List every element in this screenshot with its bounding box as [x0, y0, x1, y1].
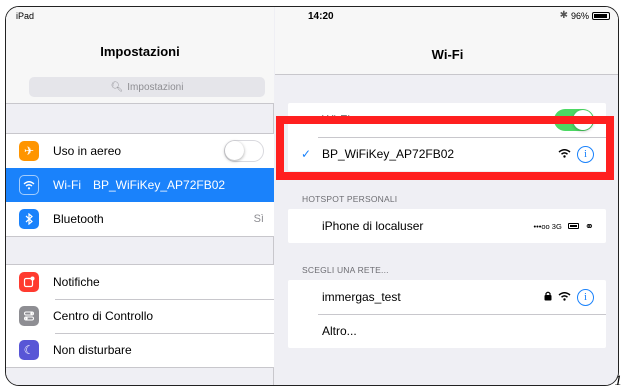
connected-network-name: BP_WiFiKey_AP72FB02: [322, 147, 455, 161]
settings-item-label: Wi-Fi: [53, 178, 81, 192]
settings-pane: iPad Impostazioni 🔍︎ Impostazioni ✈︎ Uso…: [6, 7, 274, 385]
battery-icon: [592, 11, 610, 20]
wifi-signal-icon: [558, 291, 571, 304]
settings-group-connectivity: ✈︎ Uso in aereo Wi-Fi BP_WiFiKey_AP72FB0…: [6, 133, 274, 237]
control-center-icon: [19, 306, 39, 326]
wifi-toggle-label: Wi-Fi: [322, 113, 350, 127]
wifi-toggle-row: Wi-Fi: [288, 103, 606, 137]
page-number: 1: [614, 373, 623, 389]
wifi-main-group: Wi-Fi ✓ BP_WiFiKey_AP72FB02 i: [288, 103, 606, 171]
hotspot-group: iPhone di localuser •••oo 3G ⚭: [288, 209, 606, 243]
network-row[interactable]: immergas_test i: [288, 280, 606, 314]
status-time: 14:20: [308, 11, 334, 22]
bluetooth-status-icon: ✱: [559, 10, 568, 21]
settings-item-notifications[interactable]: Notifiche: [6, 265, 274, 299]
checkmark-icon: ✓: [301, 147, 312, 161]
moon-icon: ☾: [19, 340, 39, 360]
wifi-icon: [19, 175, 39, 195]
settings-item-label: Bluetooth: [53, 212, 104, 226]
settings-item-label: Centro di Controllo: [53, 309, 154, 323]
airplane-toggle[interactable]: [224, 140, 264, 162]
other-network-row[interactable]: Altro...: [288, 314, 606, 348]
ipad-screen: iPad Impostazioni 🔍︎ Impostazioni ✈︎ Uso…: [5, 6, 619, 386]
networks-group: immergas_test i Altro...: [288, 280, 606, 348]
settings-item-do-not-disturb[interactable]: ☾ Non disturbare: [6, 333, 274, 367]
search-input[interactable]: 🔍︎ Impostazioni: [29, 77, 265, 97]
search-icon: 🔍︎: [110, 81, 124, 93]
hotspot-row[interactable]: iPhone di localuser •••oo 3G ⚭: [288, 209, 606, 243]
hotspot-signal: •••oo 3G: [533, 221, 562, 231]
link-icon: ⚭: [584, 220, 594, 233]
wifi-toggle[interactable]: [554, 109, 594, 131]
wifi-network-value: BP_WiFiKey_AP72FB02: [92, 178, 226, 192]
settings-item-label: Non disturbare: [53, 343, 132, 357]
networks-section-label: SCEGLI UNA RETE...: [302, 265, 389, 275]
hotspot-section-label: HOTSPOT PERSONALI: [302, 194, 398, 204]
bluetooth-value: Sì: [253, 213, 264, 225]
network-name: immergas_test: [322, 290, 401, 304]
notifications-icon: [19, 272, 39, 292]
settings-item-label: Notifiche: [53, 275, 100, 289]
settings-item-wifi[interactable]: Wi-Fi BP_WiFiKey_AP72FB02: [6, 168, 274, 202]
status-right: ✱ 96%: [560, 10, 610, 21]
settings-title: Impostazioni: [100, 44, 180, 59]
lock-icon: [544, 291, 552, 304]
other-network-label: Altro...: [322, 324, 357, 338]
settings-item-airplane[interactable]: ✈︎ Uso in aereo: [6, 134, 274, 168]
settings-item-control-center[interactable]: Centro di Controllo: [6, 299, 274, 333]
search-placeholder: Impostazioni: [127, 81, 184, 93]
settings-group-system: Notifiche Centro di Controllo ☾ Non dist…: [6, 264, 274, 368]
info-icon[interactable]: i: [577, 288, 594, 306]
connected-network-row[interactable]: ✓ BP_WiFiKey_AP72FB02 i: [288, 137, 606, 171]
wifi-signal-icon: [558, 148, 571, 161]
info-icon[interactable]: i: [577, 145, 594, 163]
device-label: iPad: [16, 11, 35, 21]
settings-item-bluetooth[interactable]: Bluetooth Sì: [6, 202, 274, 236]
battery-small-icon: [567, 223, 579, 229]
battery-percent: 96%: [570, 10, 589, 21]
airplane-icon: ✈︎: [19, 141, 39, 161]
hotspot-name: iPhone di localuser: [322, 219, 424, 233]
wifi-title: Wi-Fi: [431, 47, 464, 62]
bluetooth-icon: [19, 209, 39, 229]
wifi-pane: 14:20 ✱ 96% Wi-Fi Wi-Fi ✓ BP_WiFiKey_AP7…: [275, 7, 618, 385]
